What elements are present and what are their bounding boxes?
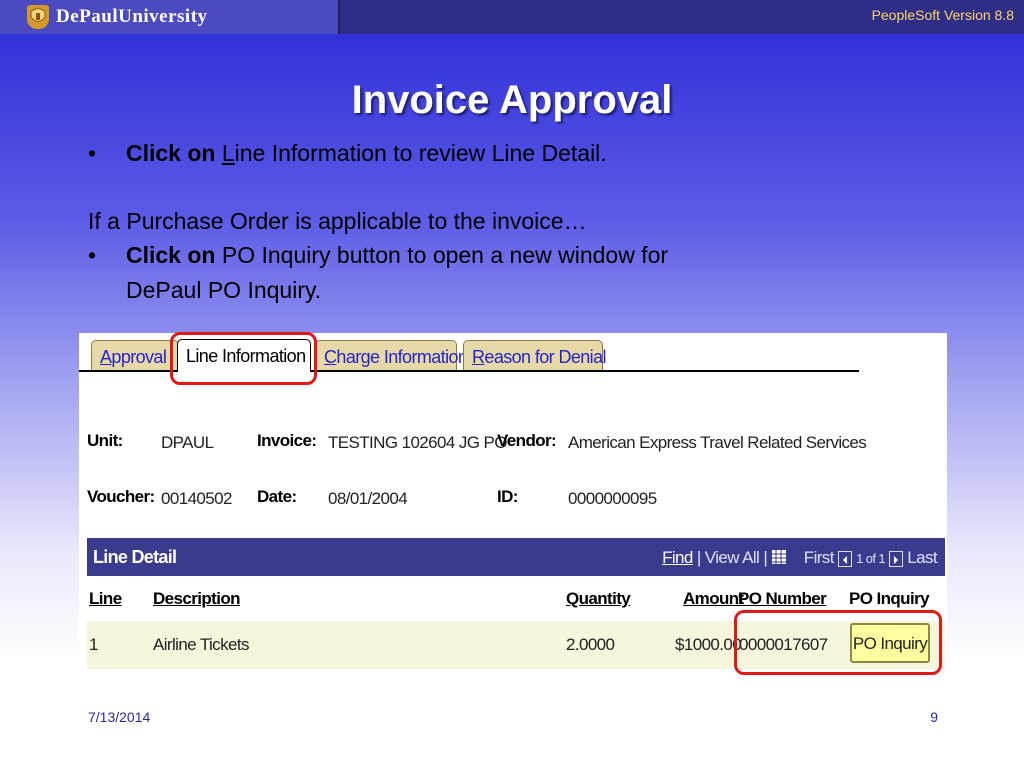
first-link[interactable]: First [804,548,835,567]
col-description[interactable]: Description [153,589,241,609]
header-bar: DePaulUniversity PeopleSoft Version 8.8 [0,0,1024,34]
slide-title: Invoice Approval [351,78,673,122]
date-label: Date: [257,487,297,506]
cell-quantity: 2.0000 [566,635,615,654]
row-range: 1 of 1 [856,551,886,566]
bullet-2-bold: Click on [126,242,216,268]
peoplesoft-panel: Approval Line Information Charge Informa… [79,332,947,679]
cell-line: 1 [89,635,98,654]
invoice-label: Invoice: [257,431,317,450]
col-po-number[interactable]: PO Number [738,589,827,609]
university-name: DePaulUniversity [56,6,208,27]
line-detail-header: Line Detail Find | View All | First 1 of… [87,538,945,576]
bullet-1-bold: Click on [126,140,216,166]
university-logo: DePaulUniversity [0,0,340,34]
grid-navigation: Find | View All | First 1 of 1 Last [662,548,938,568]
unit-label: Unit: [87,431,123,450]
unit-value: DPAUL [161,433,214,452]
tab-charge-information[interactable]: Charge Information [315,340,468,370]
version-label: PeopleSoft Version 8.8 [871,7,1014,23]
last-link[interactable]: Last [907,548,937,567]
voucher-label: Voucher: [87,487,155,506]
next-arrow-icon[interactable] [889,550,904,567]
col-po-inquiry: PO Inquiry [849,589,930,608]
university-emblem-icon [27,5,49,29]
slide-page-number: 9 [930,709,938,725]
view-all-link[interactable]: | View All | [697,548,768,567]
bullet-glyph: • [88,140,97,166]
line-information-highlight [170,332,317,385]
bullet-glyph: • [88,242,97,268]
bullet-1-text: ine Information to review Line Detail. [234,140,607,166]
slide-date: 7/13/2014 [88,709,151,725]
previous-arrow-icon[interactable] [837,550,852,567]
id-value: 0000000095 [568,489,657,508]
po-highlight [734,610,942,675]
id-label: ID: [497,487,518,506]
cell-description: Airline Tickets [153,635,249,654]
voucher-value: 00140502 [161,489,232,508]
bullet-1-underlined: L [221,140,235,166]
spreadsheet-icon[interactable] [771,549,787,565]
col-quantity[interactable]: Quantity [566,589,631,609]
find-link[interactable]: Find [662,548,693,567]
line-detail-title: Line Detail [93,547,177,567]
col-amount[interactable]: Amount [683,589,744,609]
invoice-value: TESTING 102604 JG PO [328,433,507,452]
tab-approval[interactable]: Approval [91,340,179,370]
condition-text: If a Purchase Order is applicable to the… [88,208,587,234]
bullet-2-continuation: DePaul PO Inquiry. [126,277,322,303]
bullet-2-text: PO Inquiry button to open a new window f… [221,242,669,268]
cell-amount: $1000.00 [675,635,742,654]
tab-reason-for-denial[interactable]: Reason for Denial [463,340,606,370]
col-line[interactable]: Line [89,589,122,609]
vendor-value: American Express Travel Related Services [568,433,867,452]
vendor-label: Vendor: [497,431,557,450]
date-value: 08/01/2004 [328,489,408,508]
